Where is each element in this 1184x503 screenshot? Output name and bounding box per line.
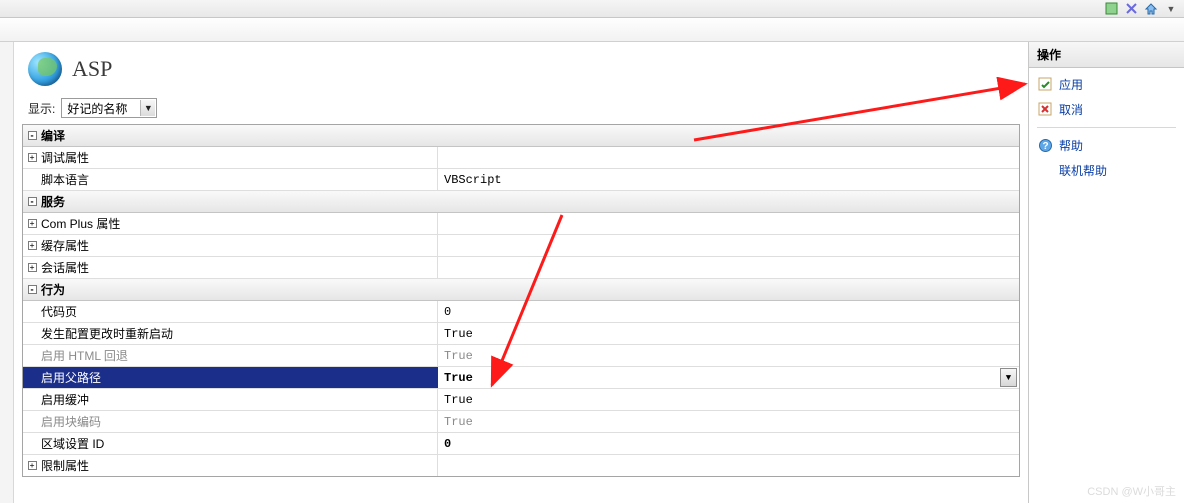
script-language-value[interactable]: VBScript (438, 169, 1019, 190)
display-filter-row: 显示: 好记的名称 ▼ (22, 98, 1020, 124)
row-codepage[interactable]: 代码页 0 (23, 301, 1019, 323)
action-help[interactable]: ? 帮助 (1037, 135, 1176, 156)
display-label: 显示: (28, 100, 55, 117)
html-fallback-value: True (438, 345, 1019, 366)
asp-globe-icon (28, 52, 62, 86)
expand-icon[interactable]: + (28, 153, 37, 162)
buffering-value[interactable]: True (438, 389, 1019, 410)
collapse-icon[interactable]: - (28, 285, 37, 294)
row-debug-props[interactable]: + 调试属性 (23, 147, 1019, 169)
locale-id-value[interactable]: 0 (438, 433, 1019, 454)
expand-icon[interactable]: + (28, 263, 37, 272)
action-online-help[interactable]: 联机帮助 (1037, 160, 1176, 179)
display-selected-text: 好记的名称 (67, 100, 127, 117)
expand-icon[interactable]: + (28, 461, 37, 470)
action-cancel[interactable]: 取消 (1037, 99, 1176, 120)
restart-value[interactable]: True (438, 323, 1019, 344)
address-bar-strip (0, 18, 1184, 42)
row-chunked[interactable]: 启用块编码 True (23, 411, 1019, 433)
action-apply[interactable]: 应用 (1037, 74, 1176, 95)
codepage-value[interactable]: 0 (438, 301, 1019, 322)
window-top-strip: ▼ (0, 0, 1184, 18)
property-grid: - 编译 + 调试属性 脚本语言 VBScript - 服务 + Com Plu… (22, 124, 1020, 477)
help-icon: ? (1037, 138, 1053, 154)
toolbar-icon-2[interactable] (1124, 2, 1138, 16)
row-buffering[interactable]: 启用缓冲 True (23, 389, 1019, 411)
collapse-icon[interactable]: - (28, 131, 37, 140)
dropdown-button[interactable]: ▼ (1000, 368, 1017, 387)
section-behavior[interactable]: - 行为 (23, 279, 1019, 301)
row-complus[interactable]: + Com Plus 属性 (23, 213, 1019, 235)
home-icon[interactable] (1144, 2, 1158, 16)
row-cache[interactable]: + 缓存属性 (23, 235, 1019, 257)
apply-icon (1037, 77, 1053, 93)
separator (1037, 127, 1176, 128)
row-parent-paths[interactable]: 启用父路径 True ▼ (23, 367, 1019, 389)
row-restart-on-change[interactable]: 发生配置更改时重新启动 True (23, 323, 1019, 345)
row-locale-id[interactable]: 区域设置 ID 0 (23, 433, 1019, 455)
collapse-icon[interactable]: - (28, 197, 37, 206)
main-content: ASP 显示: 好记的名称 ▼ - 编译 + 调试属性 脚本语言 VBScr (14, 42, 1028, 503)
chevron-down-icon: ▼ (140, 100, 155, 116)
chunked-value: True (438, 411, 1019, 432)
row-limits[interactable]: + 限制属性 (23, 455, 1019, 476)
left-sliver (0, 42, 14, 503)
row-script-language[interactable]: 脚本语言 VBScript (23, 169, 1019, 191)
page-title: ASP (72, 56, 112, 82)
chevron-down-icon[interactable]: ▼ (1164, 2, 1178, 16)
actions-pane: 操作 应用 取消 ? 帮助 联机帮助 (1028, 42, 1184, 503)
parent-paths-value[interactable]: True ▼ (438, 367, 1019, 388)
expand-icon[interactable]: + (28, 241, 37, 250)
section-services[interactable]: - 服务 (23, 191, 1019, 213)
cancel-icon (1037, 102, 1053, 118)
section-compile[interactable]: - 编译 (23, 125, 1019, 147)
row-session[interactable]: + 会话属性 (23, 257, 1019, 279)
row-html-fallback[interactable]: 启用 HTML 回退 True (23, 345, 1019, 367)
display-select[interactable]: 好记的名称 ▼ (61, 98, 157, 118)
svg-text:?: ? (1042, 141, 1048, 152)
toolbar-icon-1[interactable] (1104, 2, 1118, 16)
expand-icon[interactable]: + (28, 219, 37, 228)
actions-title: 操作 (1029, 42, 1184, 68)
